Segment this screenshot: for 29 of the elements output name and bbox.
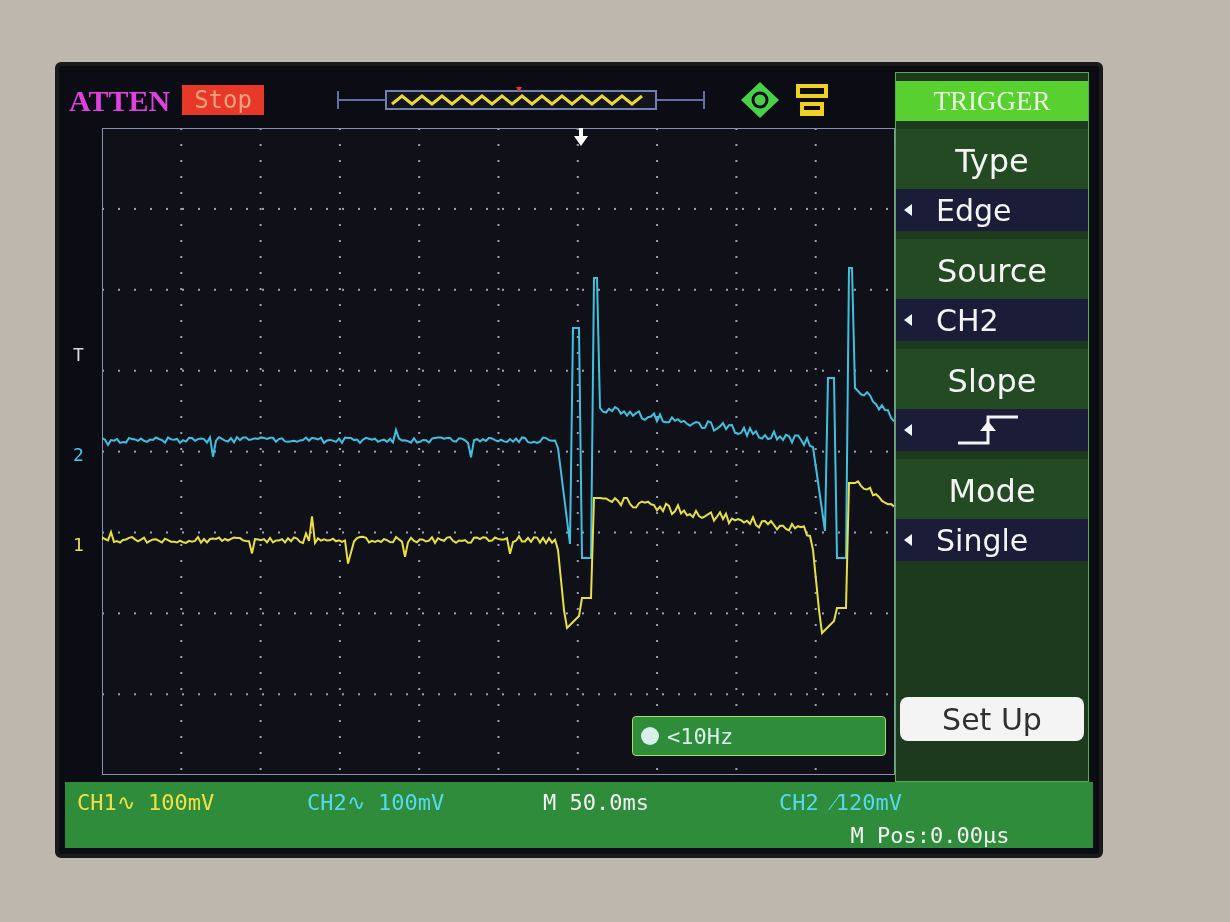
rising-edge-icon [956, 413, 1020, 447]
status-readout: CH1∿ 100mV [77, 789, 216, 817]
selector-icon [904, 314, 912, 326]
menu-item-value[interactable]: Single [896, 519, 1088, 561]
frequency-icon [641, 727, 659, 745]
status-readout: M 50.0ms [543, 789, 650, 817]
selector-icon [904, 424, 912, 436]
status-readout: M Pos:0.00μs [850, 822, 1010, 850]
diamond-icon [739, 81, 780, 119]
attenuation-label: ATTEN [69, 82, 171, 119]
menu-item-label: Slope [896, 349, 1088, 409]
channel-marker: T [73, 343, 84, 367]
menu-item-value[interactable] [896, 409, 1088, 451]
channel-marker: 1 [73, 533, 84, 557]
menu-item-value[interactable]: CH2 [896, 299, 1088, 341]
menu-item-label: Type [896, 129, 1088, 189]
menu-title: TRIGGER [896, 81, 1088, 121]
status-readout: CH2∿ 100mV [307, 789, 446, 817]
setup-button[interactable]: Set Up [900, 697, 1084, 741]
run-status: Stop [182, 85, 264, 115]
status-readout: CH2 ⁄120mV [779, 789, 903, 817]
menu-item-label: Mode [896, 459, 1088, 519]
channel-marker: 2 [73, 443, 84, 467]
selector-icon [904, 204, 912, 216]
menu-item-value[interactable]: Edge [896, 189, 1088, 231]
frequency-value: <10Hz [667, 722, 734, 751]
selector-icon [904, 534, 912, 546]
menu-item-label: Source [896, 239, 1088, 299]
trigger-position-icon [574, 128, 588, 146]
